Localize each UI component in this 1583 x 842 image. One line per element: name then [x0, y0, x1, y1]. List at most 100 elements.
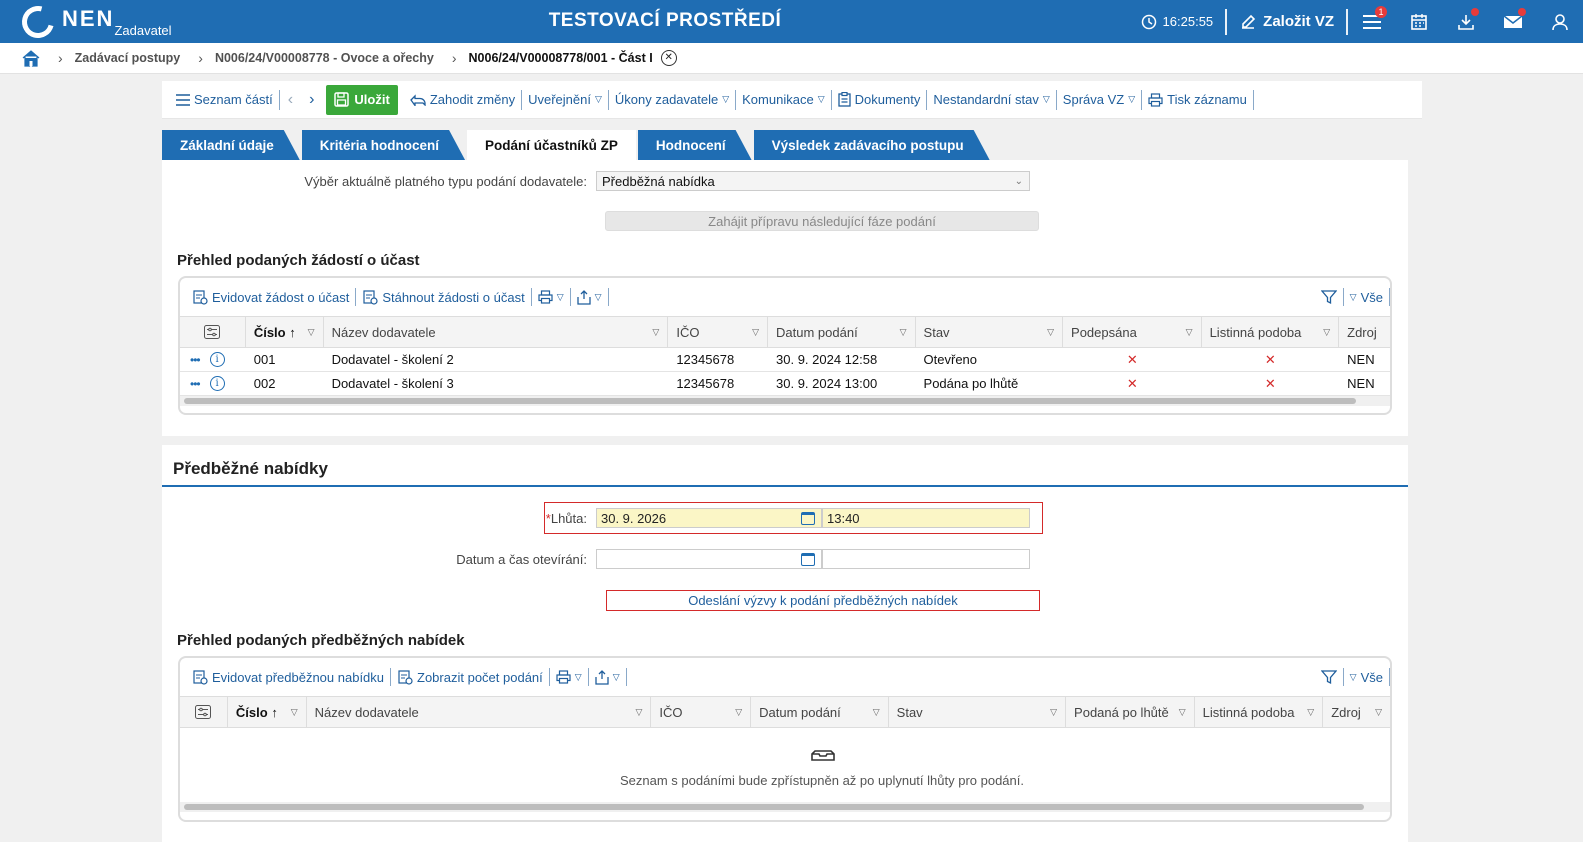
row-supplier: Dodavatel - školení 2 [331, 352, 454, 367]
filter-caret-icon: ▽ [1375, 706, 1383, 717]
admin-menu[interactable]: Správa VZ ▽ [1057, 89, 1143, 110]
column-state[interactable]: Stav ▽ [889, 697, 1067, 727]
column-paper[interactable]: Listinná podoba ▽ [1202, 317, 1340, 347]
tab-procedure-result[interactable]: Výsledek zadávacího postupu [754, 130, 990, 160]
horizontal-scrollbar[interactable] [180, 802, 1390, 812]
tab-evaluation-criteria[interactable]: Kritéria hodnocení [302, 130, 465, 160]
nonstandard-state-menu[interactable]: Nestandardní stav ▽ [927, 89, 1057, 110]
menu-button[interactable]: 1 [1348, 0, 1395, 43]
create-contract-button[interactable]: Založit VZ [1227, 13, 1346, 31]
deadline-date-field[interactable]: 30. 9. 2026 [596, 508, 822, 528]
messages-button[interactable] [1489, 0, 1536, 43]
info-icon[interactable]: i [209, 376, 225, 391]
breadcrumb-contract[interactable]: N006/24/V00008778 - Ovoce a ořechy [215, 51, 434, 65]
column-source[interactable]: Zdroj [1339, 317, 1390, 347]
publish-label: Uveřejnění [528, 92, 591, 107]
downloads-button[interactable] [1442, 0, 1489, 43]
column-settings-button[interactable] [180, 697, 228, 727]
print-record-button[interactable]: Tisk záznamu [1142, 89, 1254, 110]
tab-evaluation[interactable]: Hodnocení [638, 130, 752, 160]
offers-print-menu[interactable]: ▽ [550, 668, 589, 686]
offers-view-all-menu[interactable]: ▽ Vše [1344, 668, 1390, 686]
tab-basic-info[interactable]: Základní údaje [162, 130, 300, 160]
column-number[interactable]: Číslo ↑ ▽ [228, 697, 307, 727]
table-row[interactable]: ••• i 001 Dodavatel - školení 2 12345678… [180, 348, 1390, 372]
settings-sliders-icon [195, 705, 212, 719]
column-supplier[interactable]: Název dodavatele ▽ [324, 317, 669, 347]
row-state: Otevřeno [923, 352, 978, 367]
deadline-time-field[interactable]: 13:40 [822, 508, 1030, 528]
offers-filter-button[interactable] [1315, 668, 1344, 686]
column-date[interactable]: Datum podání ▽ [751, 697, 889, 727]
actions-menu[interactable]: Úkony zadavatele ▽ [609, 89, 737, 110]
next-phase-button[interactable]: Zahájit přípravu následující fáze podání [605, 211, 1039, 231]
caret-down-icon: ▽ [1128, 94, 1136, 104]
filter-icon [1320, 290, 1337, 305]
column-number[interactable]: Číslo ↑ ▽ [246, 317, 324, 347]
column-settings-button[interactable] [180, 317, 246, 347]
record-tabs: Základní údaje Kritéria hodnocení Podání… [162, 130, 992, 160]
opening-time-field[interactable] [822, 549, 1030, 569]
register-offer-button[interactable]: Evidovat předběžnou nabídku [186, 668, 392, 686]
submission-type-select[interactable]: Předběžná nabídka ⌄ [596, 171, 1030, 191]
publish-menu[interactable]: Uveřejnění ▽ [522, 89, 609, 110]
breadcrumb-current: N006/24/V00008778/001 - Část I [468, 51, 653, 65]
home-link[interactable] [22, 49, 40, 67]
table-row[interactable]: ••• i 002 Dodavatel - školení 3 12345678… [180, 372, 1390, 396]
register-icon [193, 290, 208, 305]
close-icon[interactable]: ✕ [660, 50, 677, 66]
list-parts-button[interactable]: Seznam částí [170, 89, 280, 110]
requests-filter-button[interactable] [1315, 288, 1344, 306]
calendar-button[interactable] [1395, 0, 1442, 43]
requests-grid-toolbar: Evidovat žádost o účast Stáhnout žádosti… [180, 278, 1390, 316]
opening-date-field[interactable] [596, 549, 822, 569]
register-request-button[interactable]: Evidovat žádost o účast [186, 288, 357, 306]
download-requests-button[interactable]: Stáhnout žádosti o účast [356, 288, 532, 306]
cross-icon: ✕ [1126, 351, 1138, 367]
offers-export-menu[interactable]: ▽ [589, 668, 627, 686]
more-actions-icon[interactable]: ••• [190, 353, 201, 367]
discard-label: Zahodit změny [429, 92, 516, 107]
info-icon[interactable]: i [209, 352, 225, 367]
next-arrow-icon[interactable]: › [301, 91, 322, 109]
column-late[interactable]: Podaná po lhůtě ▽ [1066, 697, 1195, 727]
print-label: Tisk záznamu [1167, 92, 1247, 107]
caret-down-icon: ▽ [574, 671, 582, 682]
previous-arrow-icon[interactable]: ‹ [280, 91, 301, 109]
requests-view-all-menu[interactable]: ▽ Vše [1344, 288, 1390, 306]
filter-caret-icon: ▽ [1323, 326, 1331, 337]
calendar-icon[interactable] [801, 552, 815, 566]
column-ico[interactable]: IČO ▽ [668, 317, 769, 347]
user-button[interactable] [1536, 0, 1583, 43]
show-count-button[interactable]: Zobrazit počet podání [391, 668, 550, 686]
column-state[interactable]: Stav ▽ [916, 317, 1064, 347]
column-supplier[interactable]: Název dodavatele ▽ [307, 697, 652, 727]
column-source[interactable]: Zdroj ▽ [1323, 697, 1390, 727]
filter-caret-icon: ▽ [1307, 706, 1315, 717]
clipboard-icon [837, 92, 851, 107]
column-signed[interactable]: Podepsána ▽ [1063, 317, 1202, 347]
column-date[interactable]: Datum podání ▽ [768, 317, 916, 347]
column-ico[interactable]: IČO ▽ [651, 697, 752, 727]
requests-print-menu[interactable]: ▽ [532, 288, 571, 306]
documents-button[interactable]: Dokumenty [832, 89, 928, 110]
calendar-icon[interactable] [801, 511, 815, 525]
filter-caret-icon: ▽ [290, 706, 298, 717]
save-label: Uložit [354, 92, 390, 107]
filter-caret-icon: ▽ [752, 326, 760, 337]
breadcrumb-procedures[interactable]: Zadávací postupy [75, 51, 181, 65]
tab-submissions[interactable]: Podání účastníků ZP [467, 130, 636, 160]
list-parts-label: Seznam částí [194, 92, 273, 107]
horizontal-scrollbar[interactable] [180, 396, 1390, 406]
caret-down-icon: ▽ [594, 291, 602, 302]
sort-up-icon: ↑ [289, 324, 296, 340]
row-state: Podána po lhůtě [923, 376, 1019, 391]
save-button[interactable]: Uložit [326, 84, 398, 115]
discard-changes-button[interactable]: Zahodit změny [404, 89, 523, 110]
communication-menu[interactable]: Komunikace ▽ [736, 89, 832, 110]
requests-grid: Evidovat žádost o účast Stáhnout žádosti… [178, 276, 1392, 415]
column-paper[interactable]: Listinná podoba ▽ [1195, 697, 1324, 727]
requests-export-menu[interactable]: ▽ [571, 288, 609, 306]
more-actions-icon[interactable]: ••• [190, 377, 201, 391]
send-invitation-button[interactable]: Odeslání výzvy k podání předběžných nabí… [606, 590, 1040, 611]
